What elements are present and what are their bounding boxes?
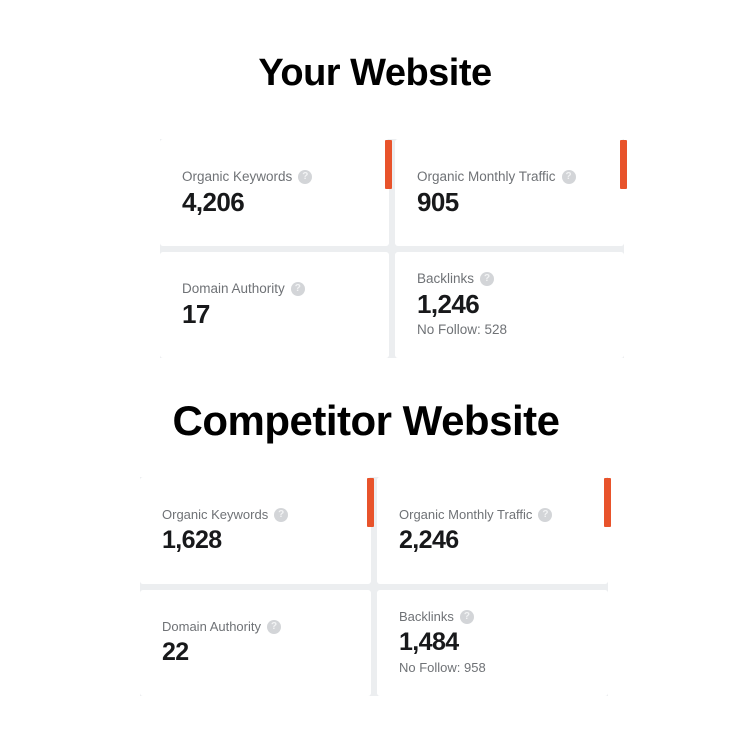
metric-card-organic-keywords[interactable]: Organic Keywords ? 4,206 [160, 139, 392, 246]
metric-card-domain-authority[interactable]: Domain Authority ? 22 [140, 589, 371, 696]
metric-value: 22 [162, 638, 189, 667]
metric-subvalue-no-follow: No Follow: 528 [417, 322, 508, 338]
metric-label-row: Organic Keywords ? [182, 168, 367, 186]
metric-value: 905 [417, 186, 459, 217]
metric-card-grid-competitor-website: Organic Keywords ? 1,628 Organic Monthly… [140, 477, 611, 696]
metric-label: Organic Monthly Traffic [417, 168, 556, 184]
help-circle-icon[interactable]: ? [561, 169, 576, 184]
metric-label-row: Backlinks ? [399, 608, 586, 626]
help-circle-icon[interactable]: ? [274, 507, 289, 522]
help-circle-icon[interactable]: ? [538, 507, 553, 522]
metric-label: Organic Keywords [162, 506, 269, 522]
help-circle-icon[interactable]: ? [267, 620, 281, 635]
accent-bar-icon [367, 478, 374, 527]
metric-label: Backlinks [417, 271, 475, 287]
page-title-your-website: Your Website [258, 52, 492, 94]
metric-label: Backlinks [399, 609, 454, 625]
accent-bar-icon [385, 140, 392, 189]
metric-value: 4,206 [182, 186, 245, 217]
metric-card-domain-authority[interactable]: Domain Authority ? 17 [160, 251, 389, 358]
metric-card-organic-monthly-traffic[interactable]: Organic Monthly Traffic ? 2,246 [377, 477, 611, 584]
help-circle-icon[interactable]: ? [290, 282, 305, 297]
metric-value: 1,628 [162, 525, 222, 554]
metric-value: 2,246 [399, 525, 459, 554]
metric-value: 1,484 [399, 628, 459, 657]
metric-card-backlinks[interactable]: Backlinks ? 1,484 No Follow: 958 [377, 589, 608, 696]
help-circle-icon[interactable]: ? [459, 610, 474, 625]
metric-value: 1,246 [417, 289, 480, 320]
metric-label-row: Organic Monthly Traffic ? [417, 168, 602, 186]
metric-card-grid-your-website: Organic Keywords ? 4,206 Organic Monthly… [160, 139, 627, 358]
metric-label: Domain Authority [182, 281, 285, 297]
help-circle-icon[interactable]: ? [480, 272, 495, 287]
help-circle-icon[interactable]: ? [298, 169, 313, 184]
metric-label-row: Domain Authority ? [162, 618, 349, 636]
metric-label: Organic Monthly Traffic [399, 506, 533, 522]
accent-bar-icon [620, 140, 627, 189]
metric-card-backlinks[interactable]: Backlinks ? 1,246 No Follow: 528 [395, 251, 624, 358]
metric-label-row: Organic Keywords ? [162, 506, 349, 524]
metric-value: 17 [182, 299, 210, 330]
metric-label: Domain Authority [162, 619, 261, 635]
accent-bar-icon [604, 478, 611, 527]
metric-label-row: Backlinks ? [417, 270, 602, 288]
comparison-page: Your Website Organic Keywords ? 4,206 Or… [0, 0, 750, 750]
metric-label-row: Domain Authority ? [182, 280, 367, 298]
metric-card-organic-monthly-traffic[interactable]: Organic Monthly Traffic ? 905 [395, 139, 627, 246]
page-title-competitor-website: Competitor Website [172, 397, 560, 444]
metric-label-row: Organic Monthly Traffic ? [399, 506, 586, 524]
metric-subvalue-no-follow: No Follow: 958 [399, 660, 486, 676]
metric-label: Organic Keywords [182, 168, 293, 184]
metric-card-organic-keywords[interactable]: Organic Keywords ? 1,628 [140, 477, 374, 584]
